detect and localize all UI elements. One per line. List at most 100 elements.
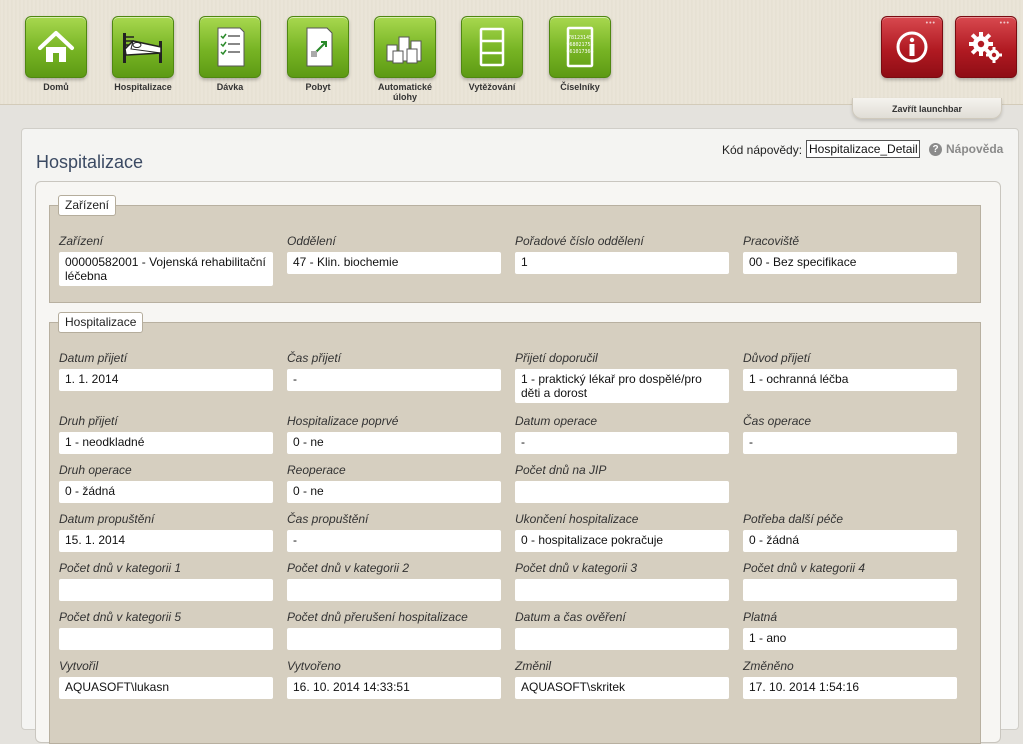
home-button[interactable]	[25, 16, 87, 78]
field-value[interactable]: 0 - ne	[287, 432, 501, 454]
codebook-text-line: 78123145	[568, 35, 592, 41]
field-prijeti-doporucil: Přijetí doporučil 1 - praktický lékař pr…	[515, 351, 729, 403]
vytezovani-button[interactable]	[461, 16, 523, 78]
help-question-icon: ?	[929, 142, 942, 156]
field-value[interactable]: 17. 10. 2014 1:54:16	[743, 677, 957, 699]
field-label: Pořadové číslo oddělení	[515, 234, 644, 248]
launchbar-label-hospitalizace: Hospitalizace	[114, 82, 172, 92]
field-pocet-dnu-kategorie-2: Počet dnů v kategorii 2	[287, 561, 501, 601]
field-value[interactable]: -	[287, 530, 501, 552]
field-value[interactable]	[743, 579, 957, 601]
launchbar-item-davka[interactable]: Dávka	[190, 16, 270, 92]
field-label: Reoperace	[287, 463, 346, 477]
field-value[interactable]: 1 - neodkladné	[59, 432, 273, 454]
field-value[interactable]: 1. 1. 2014	[59, 369, 273, 391]
launchbar-item-automaticke-ulohy[interactable]: Automatické úlohy	[365, 16, 445, 102]
launchbar-item-vytezovani[interactable]: Vytěžování	[452, 16, 532, 92]
field-value[interactable]: -	[743, 432, 957, 454]
field-datum-propusteni: Datum propuštění 15. 1. 2014	[59, 512, 273, 552]
help-link[interactable]: ? Nápověda	[929, 142, 1003, 156]
batch-document-icon	[217, 27, 245, 67]
field-value[interactable]: -	[287, 369, 501, 391]
stay-document-icon	[306, 27, 333, 67]
pobyt-button[interactable]	[287, 16, 349, 78]
field-pocet-dnu-kategorie-1: Počet dnů v kategorii 1	[59, 561, 273, 601]
field-value[interactable]	[515, 579, 729, 601]
field-pocet-dnu-kategorie-4: Počet dnů v kategorii 4	[743, 561, 957, 601]
field-oddeleni: Oddělení 47 - Klin. biochemie	[287, 234, 501, 274]
field-value[interactable]: 16. 10. 2014 14:33:51	[287, 677, 501, 699]
field-vytvoreno: Vytvořeno 16. 10. 2014 14:33:51	[287, 659, 501, 699]
field-platna: Platná 1 - ano	[743, 610, 957, 650]
field-value[interactable]: 1 - ano	[743, 628, 957, 650]
field-value[interactable]: 0 - žádná	[59, 481, 273, 503]
ciselniky-button[interactable]: 78123145 968021755 661017366	[549, 16, 611, 78]
field-label: Druh přijetí	[59, 414, 118, 428]
davka-button[interactable]	[199, 16, 261, 78]
field-value[interactable]: 0 - ne	[287, 481, 501, 503]
codebook-text-line: 661017366	[566, 49, 593, 55]
bed-icon	[123, 33, 162, 63]
help-code-input[interactable]: Hospitalizace_Detail	[806, 140, 920, 158]
fieldset-zarizeni: Zařízení Zařízení 00000582001 - Vojenská…	[49, 195, 981, 303]
automatic-tasks-icon	[386, 36, 422, 64]
field-label: Zařízení	[59, 234, 104, 248]
field-label: Datum a čas ověření	[515, 610, 626, 624]
info-dots-icon: •••	[925, 20, 936, 27]
field-value[interactable]: 00 - Bez specifikace	[743, 252, 957, 274]
launchbar-label-home: Domů	[43, 82, 69, 92]
field-value[interactable]: -	[515, 432, 729, 454]
field-druh-operace: Druh operace 0 - žádná	[59, 463, 273, 503]
field-value[interactable]: 1 - ochranná léčba	[743, 369, 957, 391]
field-label: Počet dnů v kategorii 3	[515, 561, 638, 575]
launchbar: Domů Hospitalizace Dávka Pobyt Automatic…	[0, 0, 1023, 105]
field-pocet-dnu-na-jip: Počet dnů na JIP	[515, 463, 729, 503]
launchbar-item-ciselniky[interactable]: 78123145 968021755 661017366 Číselníky	[540, 16, 620, 92]
fieldset-hospitalizace: Hospitalizace Datum přijetí 1. 1. 2014 Č…	[49, 312, 981, 744]
hospitalizace-button[interactable]	[112, 16, 174, 78]
field-datum-cas-overeni: Datum a čas ověření	[515, 610, 729, 650]
field-value[interactable]: 1 - praktický lékař pro dospělé/pro děti…	[515, 369, 729, 403]
field-value[interactable]: AQUASOFT\lukasn	[59, 677, 273, 699]
launchbar-item-pobyt[interactable]: Pobyt	[278, 16, 358, 92]
field-label: Změněno	[743, 659, 794, 673]
field-zarizeni: Zařízení 00000582001 - Vojenská rehabili…	[59, 234, 273, 286]
field-label: Počet dnů v kategorii 4	[743, 561, 866, 575]
field-value[interactable]	[59, 628, 273, 650]
launchbar-label-ciselniky: Číselníky	[560, 82, 600, 92]
field-zmenil: Změnil AQUASOFT\skritek	[515, 659, 729, 699]
field-value[interactable]: 1	[515, 252, 729, 274]
field-value[interactable]	[287, 579, 501, 601]
field-value[interactable]: AQUASOFT\skritek	[515, 677, 729, 699]
field-cas-operace: Čas operace -	[743, 414, 957, 454]
field-value[interactable]: 00000582001 - Vojenská rehabilitační léč…	[59, 252, 273, 286]
field-pocet-dnu-kategorie-5: Počet dnů v kategorii 5	[59, 610, 273, 650]
page-title: Hospitalizace	[36, 152, 144, 172]
field-pracoviste: Pracoviště 00 - Bez specifikace	[743, 234, 957, 274]
close-launchbar-button[interactable]: Zavřít launchbar	[852, 98, 1002, 119]
field-value[interactable]: 0 - hospitalizace pokračuje	[515, 530, 729, 552]
field-ukonceni-hospitalizace: Ukončení hospitalizace 0 - hospitalizace…	[515, 512, 729, 552]
settings-button[interactable]: •••	[955, 16, 1017, 78]
launchbar-label-davka: Dávka	[216, 82, 244, 92]
launchbar-item-hospitalizace[interactable]: Hospitalizace	[103, 16, 183, 92]
field-value[interactable]: 0 - žádná	[743, 530, 957, 552]
field-value[interactable]: 15. 1. 2014	[59, 530, 273, 552]
field-value[interactable]: 47 - Klin. biochemie	[287, 252, 501, 274]
launchbar-item-home[interactable]: Domů	[16, 16, 96, 92]
automaticke-ulohy-button[interactable]	[374, 16, 436, 78]
field-pocet-dnu-preruseni: Počet dnů přerušení hospitalizace	[287, 610, 501, 650]
field-value[interactable]	[515, 628, 729, 650]
field-label: Datum přijetí	[59, 351, 128, 365]
field-label: Pracoviště	[743, 234, 800, 248]
field-value[interactable]	[59, 579, 273, 601]
field-value[interactable]	[287, 628, 501, 650]
detail-panel: Hospitalizace Kód nápovědy: Hospitalizac…	[21, 128, 1019, 744]
field-pocet-dnu-kategorie-3: Počet dnů v kategorii 3	[515, 561, 729, 601]
info-icon	[896, 31, 928, 63]
field-value[interactable]	[515, 481, 729, 503]
extraction-icon	[479, 27, 505, 67]
field-label: Druh operace	[59, 463, 132, 477]
launchbar-label-automaticke-ulohy: Automatické úlohy	[377, 82, 432, 102]
info-button[interactable]: •••	[881, 16, 943, 78]
